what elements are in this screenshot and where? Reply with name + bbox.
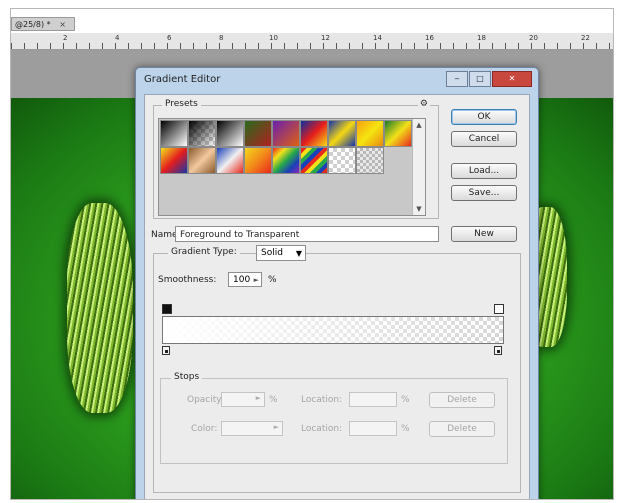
dialog-titlebar[interactable]: Gradient Editor ‒ □ ✕ <box>136 68 538 92</box>
gradient-preset-swatch[interactable] <box>188 147 216 174</box>
dialog-body: Presets ⚙ ▲ ▼ OK Cancel Load... Save... … <box>144 94 530 499</box>
scroll-down-icon[interactable]: ▼ <box>413 203 425 215</box>
ruler-number: 22 <box>581 34 590 42</box>
gradient-preset-swatch[interactable] <box>188 120 216 147</box>
presets-group: Presets ⚙ ▲ ▼ <box>153 99 439 219</box>
horizontal-ruler: 2 4 6 8 10 12 14 16 18 20 22 <box>11 33 613 50</box>
chevron-down-icon: ▼ <box>295 249 302 258</box>
grass-letter-left <box>67 203 133 413</box>
ruler-number: 16 <box>425 34 434 42</box>
stops-label: Stops <box>171 372 203 382</box>
opacity-stop-right[interactable] <box>494 304 504 314</box>
opacity-stop-left[interactable] <box>162 304 172 314</box>
chevron-right-icon: ► <box>273 423 279 431</box>
opacity-location-unit: % <box>401 395 410 405</box>
window-controls: ‒ □ ✕ <box>446 71 532 87</box>
opacity-location-label: Location: <box>301 395 343 405</box>
gradient-preset-swatch[interactable] <box>244 147 272 174</box>
scroll-up-icon[interactable]: ▲ <box>413 119 425 131</box>
ruler-number: 14 <box>373 34 382 42</box>
delete-color-stop-button[interactable]: Delete <box>429 421 495 437</box>
gradient-preset-swatch[interactable] <box>356 120 384 147</box>
name-input[interactable]: Foreground to Transparent <box>175 226 439 242</box>
ok-button[interactable]: OK <box>451 109 517 125</box>
gradient-preset-swatch[interactable] <box>160 147 188 174</box>
color-location-label: Location: <box>301 424 343 434</box>
opacity-location-field[interactable] <box>349 392 397 407</box>
gradient-type-select[interactable]: Solid ▼ <box>256 245 306 261</box>
color-stop-left[interactable] <box>162 346 170 355</box>
dialog-title: Gradient Editor <box>144 74 221 85</box>
ruler-number: 8 <box>219 34 224 42</box>
gear-icon[interactable]: ⚙ <box>417 99 430 109</box>
ruler-number: 10 <box>269 34 278 42</box>
gradient-preset-swatch[interactable] <box>244 120 272 147</box>
color-location-field[interactable] <box>349 421 397 436</box>
cancel-button[interactable]: Cancel <box>451 131 517 147</box>
chevron-right-icon: ► <box>255 394 261 402</box>
gradient-preset-swatch[interactable] <box>216 147 244 174</box>
save-button[interactable]: Save... <box>451 185 517 201</box>
opacity-label: Opacity: <box>187 395 224 405</box>
ruler-number: 18 <box>477 34 486 42</box>
gradient-preset-swatch[interactable] <box>216 120 244 147</box>
load-button[interactable]: Load... <box>451 163 517 179</box>
color-stop-right[interactable] <box>494 346 502 355</box>
presets-label: Presets <box>162 99 201 109</box>
smoothness-input[interactable]: 100 ► <box>228 272 262 287</box>
gradient-preset-swatch[interactable] <box>328 120 356 147</box>
presets-scrollbar[interactable]: ▲ ▼ <box>412 119 425 215</box>
photoshop-window: @25/8) * × 2 4 6 8 10 12 14 16 18 20 22 … <box>10 8 614 500</box>
close-icon[interactable]: × <box>59 20 66 29</box>
ruler-number: 2 <box>63 34 68 42</box>
color-label: Color: <box>191 424 218 434</box>
gradient-preset-swatch[interactable] <box>356 147 384 174</box>
ruler-number: 20 <box>529 34 538 42</box>
gradient-preset-swatch[interactable] <box>384 120 412 147</box>
document-tab[interactable]: @25/8) * × <box>11 17 75 31</box>
smoothness-label: Smoothness: <box>158 275 217 285</box>
ruler-number: 6 <box>167 34 172 42</box>
minimize-button[interactable]: ‒ <box>446 71 468 87</box>
gradient-settings-group: Gradient Type: Solid ▼ Smoothness: 100 ►… <box>153 245 521 493</box>
ruler-number: 12 <box>321 34 330 42</box>
chevron-right-icon[interactable]: ► <box>254 273 259 287</box>
ruler-number: 4 <box>115 34 120 42</box>
new-button[interactable]: New <box>451 226 517 242</box>
gradient-preset-swatch[interactable] <box>300 147 328 174</box>
gradient-preset-swatch[interactable] <box>272 147 300 174</box>
stops-group: Stops Opacity: ► % Location: % Delete Co… <box>160 372 508 464</box>
color-location-unit: % <box>401 424 410 434</box>
ruler-ticks <box>11 43 613 49</box>
gradient-editor-dialog: Gradient Editor ‒ □ ✕ Presets ⚙ ▲ ▼ OK C… <box>135 67 539 499</box>
gradient-preview-bar[interactable] <box>162 316 504 344</box>
gradient-preset-swatch[interactable] <box>160 120 188 147</box>
color-swatch-field[interactable]: ► <box>221 421 283 436</box>
gradient-type-value: Solid <box>261 248 283 258</box>
presets-swatch-list: ▲ ▼ <box>158 118 426 216</box>
smoothness-value: 100 <box>233 275 251 285</box>
document-tab-title: @25/8) * <box>15 20 51 29</box>
gradient-preset-swatch[interactable] <box>328 147 356 174</box>
gradient-preset-swatch[interactable] <box>300 120 328 147</box>
maximize-button[interactable]: □ <box>469 71 491 87</box>
gradient-preset-swatch[interactable] <box>272 120 300 147</box>
close-button[interactable]: ✕ <box>492 71 532 87</box>
gradient-type-label: Gradient Type: <box>168 247 240 257</box>
swatch-grid <box>160 120 412 174</box>
opacity-field[interactable]: ► <box>221 392 265 407</box>
smoothness-unit: % <box>268 275 277 285</box>
delete-opacity-stop-button[interactable]: Delete <box>429 392 495 408</box>
opacity-unit: % <box>269 395 278 405</box>
